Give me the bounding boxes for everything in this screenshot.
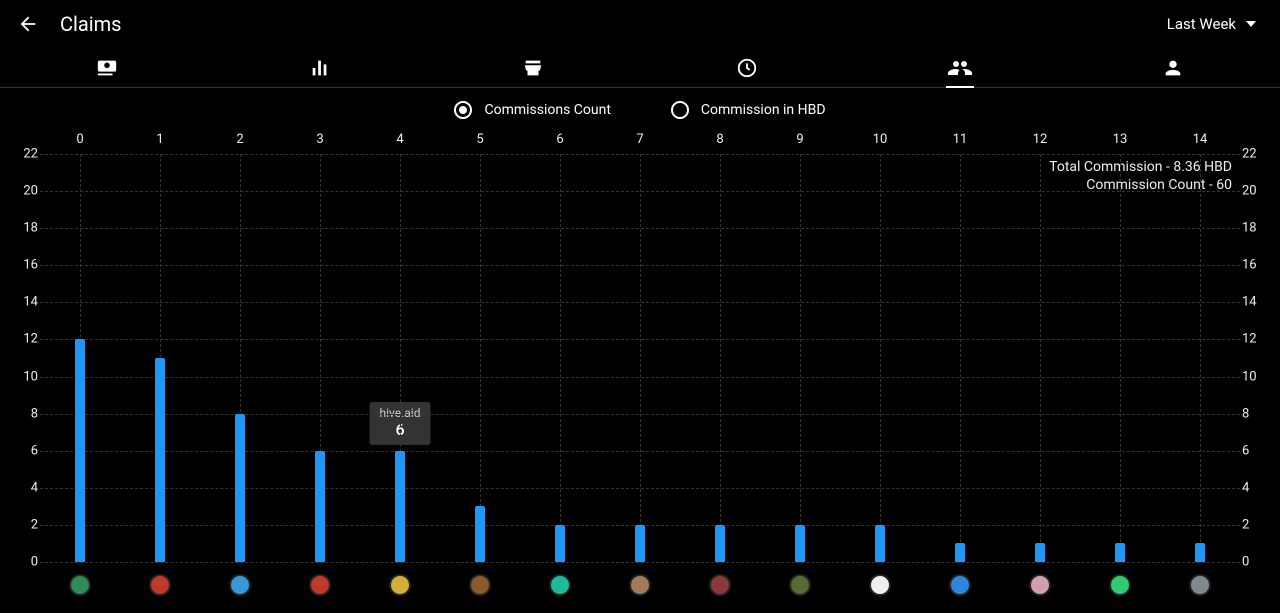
chart-bar[interactable] [395,451,405,562]
page-title: Claims [60,12,121,36]
y-tick-label: 10 [2,369,38,384]
y-tick-label: 6 [2,443,38,458]
x-tick-label: 7 [636,132,643,147]
y-tick-label: 0 [2,555,38,570]
x-tick-label: 1 [156,132,163,147]
chart-summary: Total Commission - 8.36 HBD Commission C… [1049,158,1232,194]
user-avatar[interactable] [229,574,251,596]
user-avatar[interactable] [1109,574,1131,596]
arrow-left-icon [17,13,39,35]
chart-bar[interactable] [1115,543,1125,562]
tab-people[interactable] [853,48,1066,87]
person-icon [1162,57,1184,79]
clock-icon [736,57,758,79]
chart-bar[interactable] [235,414,245,562]
x-tick-label: 0 [76,132,83,147]
chevron-down-icon [1246,21,1256,27]
tab-stats[interactable] [213,48,426,87]
y-tick-label: 2 [2,517,38,532]
x-tick-label: 5 [476,132,483,147]
chart-bar[interactable] [715,525,725,562]
y-tick-label: 12 [1242,332,1278,347]
y-tick-label: 4 [2,480,38,495]
chart-bar[interactable] [795,525,805,562]
user-avatar[interactable] [549,574,571,596]
user-avatar[interactable] [629,574,651,596]
x-tick-label: 3 [316,132,323,147]
bar-chart-icon [309,57,331,79]
x-tick-label: 11 [953,132,968,147]
chart-bar[interactable] [475,506,485,562]
user-avatar[interactable] [869,574,891,596]
y-tick-label: 22 [2,147,38,162]
user-avatar[interactable] [69,574,91,596]
summary-total: Total Commission - 8.36 HBD [1049,158,1232,176]
y-tick-label: 8 [1242,406,1278,421]
tab-profile[interactable] [1067,48,1280,87]
back-button[interactable] [16,12,40,36]
range-label: Last Week [1167,15,1236,33]
chart-bar[interactable] [1195,543,1205,562]
radio-label: Commissions Count [484,102,610,118]
chart-bar[interactable] [635,525,645,562]
x-tick-label: 4 [396,132,403,147]
y-tick-label: 12 [2,332,38,347]
user-avatar[interactable] [1029,574,1051,596]
radio-label: Commission in HBD [701,102,826,118]
user-avatar[interactable] [949,574,971,596]
range-select[interactable]: Last Week [1167,15,1264,33]
chart-bar[interactable] [555,525,565,562]
y-tick-label: 10 [1242,369,1278,384]
user-avatar[interactable] [1189,574,1211,596]
chart-bar[interactable] [315,451,325,562]
radio-icon [454,101,472,119]
radio-icon [671,101,689,119]
user-avatar[interactable] [709,574,731,596]
chart-bar[interactable] [955,543,965,562]
x-tick-label: 14 [1193,132,1208,147]
user-avatar[interactable] [389,574,411,596]
tab-payments[interactable] [0,48,213,87]
x-tick-label: 9 [796,132,803,147]
chart-bar[interactable] [75,339,85,562]
y-tick-label: 18 [2,221,38,236]
user-avatar[interactable] [309,574,331,596]
y-tick-label: 14 [2,295,38,310]
x-tick-label: 12 [1033,132,1048,147]
y-tick-label: 6 [1242,443,1278,458]
payments-icon [96,57,118,79]
y-tick-label: 4 [1242,480,1278,495]
user-avatar[interactable] [789,574,811,596]
radio-commission-hbd[interactable]: Commission in HBD [671,101,826,119]
tab-store[interactable] [427,48,640,87]
y-tick-label: 16 [1242,258,1278,273]
x-tick-label: 6 [556,132,563,147]
radio-commissions-count[interactable]: Commissions Count [454,101,610,119]
y-tick-label: 20 [2,184,38,199]
chart-bar[interactable] [155,358,165,562]
chart-bar[interactable] [875,525,885,562]
x-tick-label: 2 [236,132,243,147]
people-icon [948,56,972,80]
y-tick-label: 20 [1242,184,1278,199]
y-tick-label: 22 [1242,147,1278,162]
y-tick-label: 18 [1242,221,1278,236]
x-tick-label: 13 [1113,132,1128,147]
user-avatar[interactable] [149,574,171,596]
y-tick-label: 14 [1242,295,1278,310]
chart: 0246810121416182022 0246810121416182022 … [0,132,1280,602]
tab-history[interactable] [640,48,853,87]
y-tick-label: 2 [1242,517,1278,532]
x-tick-label: 8 [716,132,723,147]
store-icon [522,57,544,79]
chart-bar[interactable] [1035,543,1045,562]
y-tick-label: 16 [2,258,38,273]
y-tick-label: 0 [1242,555,1278,570]
user-avatar[interactable] [469,574,491,596]
y-tick-label: 8 [2,406,38,421]
x-tick-label: 10 [873,132,888,147]
